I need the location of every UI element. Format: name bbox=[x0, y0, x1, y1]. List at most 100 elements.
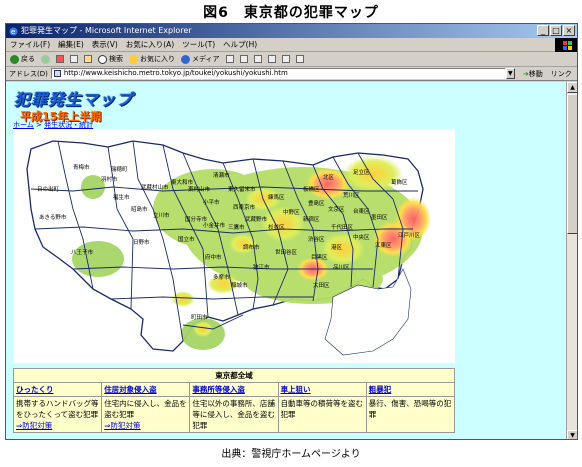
ward-label: 清瀬市 bbox=[213, 171, 230, 179]
go-button[interactable]: ➔移動 bbox=[523, 69, 543, 79]
minimize-button[interactable]: _ bbox=[537, 25, 549, 36]
search-button[interactable]: 検索 bbox=[98, 54, 123, 64]
ward-label: 瑞穂町 bbox=[111, 165, 128, 173]
ward-label: 府中市 bbox=[205, 253, 222, 261]
address-bar: アドレス(D) http://www.keishicho.metro.tokyo… bbox=[6, 67, 577, 81]
media-icon bbox=[181, 54, 190, 64]
crime-map[interactable]: 青梅市 日の出町 あきる野市 羽村市 瑞穂町 福生市 武蔵村山市 東大和市 小平… bbox=[13, 129, 455, 363]
print-icon bbox=[253, 55, 262, 63]
menu-edit[interactable]: 編集(E) bbox=[58, 39, 84, 50]
discuss-button[interactable] bbox=[281, 55, 290, 63]
address-dropdown-button[interactable]: ▼ bbox=[505, 68, 515, 79]
category-desc: 住宅内に侵入し、金品を盗む犯罪 bbox=[104, 399, 187, 419]
ward-label: 日の出町 bbox=[37, 185, 60, 193]
ward-label: 国立市 bbox=[178, 235, 195, 243]
ward-label: 羽村市 bbox=[101, 175, 118, 183]
refresh-icon bbox=[70, 55, 78, 63]
category-desc: 携帯するハンドバッグ等をひったくって盗む犯罪 bbox=[16, 399, 99, 419]
ward-label: 日野市 bbox=[133, 238, 150, 246]
ward-label: 狛江市 bbox=[253, 263, 270, 271]
ward-label: 東久留米市 bbox=[228, 185, 256, 193]
home-icon bbox=[84, 55, 92, 63]
ward-label: 墨田区 bbox=[371, 214, 388, 221]
ie-icon: e bbox=[9, 27, 18, 36]
ward-label: 八王子市 bbox=[71, 248, 94, 256]
forward-arrow-icon bbox=[41, 54, 50, 64]
print-button[interactable] bbox=[253, 55, 262, 63]
window-controls: _ □ × bbox=[537, 25, 575, 36]
crime-prevention-link[interactable]: ⇒防犯対策 bbox=[16, 421, 52, 430]
ward-label: 足立区 bbox=[353, 168, 370, 176]
ward-label: 武蔵村山市 bbox=[141, 183, 169, 191]
back-arrow-icon bbox=[10, 54, 19, 64]
ward-label: 豊島区 bbox=[308, 199, 325, 207]
menu-help[interactable]: ヘルプ(H) bbox=[223, 39, 257, 50]
ward-label: 江戸川区 bbox=[398, 232, 421, 239]
crime-prevention-link[interactable]: ⇒防犯対策 bbox=[104, 421, 140, 430]
edit-button[interactable] bbox=[267, 55, 276, 63]
links-button[interactable]: リンク bbox=[551, 69, 572, 79]
ward-label: 文京区 bbox=[328, 205, 345, 213]
ward-label: 北区 bbox=[323, 173, 335, 181]
mail-button[interactable] bbox=[239, 55, 248, 63]
ward-label: 小平市 bbox=[203, 198, 220, 206]
favorites-label: お気に入り bbox=[140, 55, 175, 63]
forward-button[interactable] bbox=[41, 54, 50, 64]
ward-label: 杉並区 bbox=[268, 223, 285, 231]
maximize-button[interactable]: □ bbox=[550, 25, 562, 36]
breadcrumb-separator: > bbox=[33, 121, 45, 129]
ward-label: 板橋区 bbox=[303, 185, 320, 193]
ward-label: 港区 bbox=[331, 243, 343, 251]
ward-label: 葛飾区 bbox=[391, 178, 408, 186]
ward-label: 町田市 bbox=[191, 313, 208, 321]
logo-title: 犯罪発生マップ bbox=[14, 90, 134, 109]
vertical-scrollbar[interactable]: ▲ ▼ bbox=[566, 82, 577, 439]
ward-label: 立川市 bbox=[153, 211, 170, 219]
favorites-button[interactable]: お気に入り bbox=[129, 54, 175, 64]
ward-label: 目黒区 bbox=[311, 254, 328, 261]
history-icon bbox=[225, 55, 234, 63]
scroll-up-arrow-icon[interactable]: ▲ bbox=[567, 82, 577, 93]
breadcrumb-stats-link[interactable]: 発生状況・統計 bbox=[44, 121, 93, 129]
ward-label: 青梅市 bbox=[73, 163, 90, 171]
ward-label: 国分寺市 bbox=[185, 215, 208, 223]
title-bar: e 犯罪発生マップ - Microsoft Internet Explorer … bbox=[6, 24, 577, 38]
breadcrumb-home-link[interactable]: ホーム bbox=[13, 121, 34, 129]
media-button[interactable]: メディア bbox=[181, 54, 220, 64]
scroll-down-arrow-icon[interactable]: ▼ bbox=[567, 430, 577, 439]
menu-tools[interactable]: ツール(T) bbox=[182, 39, 215, 50]
edit-icon bbox=[267, 55, 276, 63]
category-desc: 自動車等の積荷等を盗む犯罪 bbox=[280, 399, 364, 419]
category-link-car[interactable]: 車上狙い bbox=[281, 385, 311, 394]
ward-label: 荒川区 bbox=[343, 191, 360, 199]
close-button[interactable]: × bbox=[563, 25, 575, 36]
ward-label: 稲城市 bbox=[231, 281, 248, 289]
menu-view[interactable]: 表示(V) bbox=[92, 39, 118, 50]
menu-favorites[interactable]: お気に入り(A) bbox=[126, 39, 174, 50]
ward-label: 西東京市 bbox=[233, 203, 256, 211]
category-link-residential[interactable]: 住居対象侵入盗 bbox=[104, 385, 157, 394]
back-button[interactable]: 戻る bbox=[10, 54, 35, 64]
category-link-office[interactable]: 事務所等侵入盗 bbox=[192, 385, 245, 394]
stop-button[interactable] bbox=[56, 55, 64, 63]
scroll-thumb[interactable] bbox=[567, 94, 577, 234]
address-input[interactable]: http://www.keishicho.metro.tokyo.jp/touk… bbox=[50, 68, 506, 79]
mail-icon bbox=[239, 55, 248, 63]
category-link-hittakuri[interactable]: ひったくり bbox=[16, 385, 54, 394]
home-button[interactable] bbox=[84, 55, 92, 63]
category-link-violent[interactable]: 粗暴犯 bbox=[369, 385, 392, 394]
page-content: 犯罪発生マップ 平成15年上半期 ホーム > 発生状況・統計 青梅市 日の出町 … bbox=[6, 82, 567, 439]
legend-title: 東京都全域 bbox=[13, 368, 455, 383]
history-button[interactable] bbox=[225, 55, 234, 63]
ward-label: 練馬区 bbox=[268, 193, 285, 201]
windows-logo-icon bbox=[555, 38, 577, 52]
ward-label: 昭島市 bbox=[131, 205, 148, 213]
menu-file[interactable]: ファイル(F) bbox=[10, 39, 50, 50]
go-label: 移動 bbox=[528, 69, 543, 78]
refresh-button[interactable] bbox=[70, 55, 78, 63]
address-url: http://www.keishicho.metro.tokyo.jp/touk… bbox=[63, 69, 288, 77]
ward-label: 東村山市 bbox=[188, 185, 211, 193]
ward-label: 三鷹市 bbox=[228, 223, 245, 231]
ward-label: 東大和市 bbox=[171, 178, 194, 186]
messenger-button[interactable] bbox=[295, 55, 304, 63]
